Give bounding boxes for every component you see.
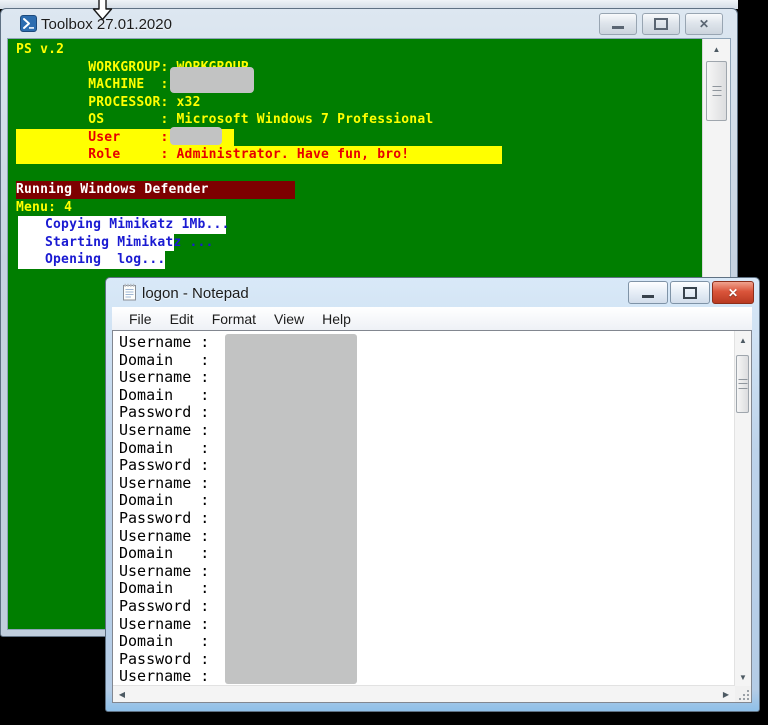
menu-item[interactable]: Edit: [161, 309, 203, 329]
console-row: WORKGROUP: WORKGROUP: [8, 59, 703, 77]
notepad-line: Username :: [119, 563, 735, 581]
notepad-line: Domain :: [119, 633, 735, 651]
toolbox-minimize-button[interactable]: [599, 13, 637, 35]
notepad-window-title: logon - Notepad: [142, 285, 249, 302]
menu-item[interactable]: View: [265, 309, 313, 329]
notepad-scrollbar-corner: [735, 686, 751, 702]
menu-item[interactable]: File: [120, 309, 161, 329]
minimize-icon: [642, 295, 654, 298]
notepad-titlebar[interactable]: logon - Notepad ✕: [106, 278, 759, 307]
notepad-vertical-scrollbar[interactable]: ▲ ▼: [734, 331, 751, 686]
console-row: PROCESSOR: x32: [8, 94, 703, 112]
maximize-icon: [654, 18, 668, 30]
notepad-minimize-button[interactable]: [628, 281, 668, 304]
console-rows: PS v.2 WORKGROUP: WORKGROUP MACHINE : PR…: [8, 41, 703, 269]
notepad-line: Username :: [119, 528, 735, 546]
notepad-window: logon - Notepad ✕ FileEditFormatViewHelp…: [105, 277, 760, 712]
notepad-line: Domain :: [119, 387, 735, 405]
close-icon: ✕: [699, 17, 709, 31]
toolbox-close-button[interactable]: ✕: [685, 13, 723, 35]
notepad-icon[interactable]: [122, 283, 138, 306]
down-arrow-cursor: [92, 0, 114, 26]
scroll-right-arrow-icon[interactable]: ▶: [718, 686, 734, 702]
scroll-up-arrow-icon[interactable]: ▲: [703, 41, 730, 57]
notepad-client-area: Username :Domain :Username :Domain :Pass…: [112, 330, 752, 703]
scroll-down-arrow-icon[interactable]: ▼: [735, 669, 751, 685]
notepad-line: Username :: [119, 422, 735, 440]
notepad-line: Username :: [119, 668, 735, 686]
notepad-line: Domain :: [119, 580, 735, 598]
close-icon: ✕: [728, 286, 738, 300]
menu-item[interactable]: Format: [203, 309, 265, 329]
notepad-close-button[interactable]: ✕: [712, 281, 754, 304]
toolbox-maximize-button[interactable]: [642, 13, 680, 35]
menu-item[interactable]: Help: [313, 309, 360, 329]
notepad-line: Domain :: [119, 492, 735, 510]
notepad-line: Password :: [119, 598, 735, 616]
notepad-line: Username :: [119, 475, 735, 493]
redaction-box-user: [170, 127, 222, 145]
thumb-grip-icon: [712, 86, 721, 96]
redaction-box-credentials: [225, 334, 357, 684]
console-row: Starting Mimikatz ...: [8, 234, 703, 252]
notepad-line: Domain :: [119, 440, 735, 458]
notepad-menubar: FileEditFormatViewHelp: [112, 307, 752, 330]
notepad-line: Password :: [119, 404, 735, 422]
notepad-lines: Username :Domain :Username :Domain :Pass…: [119, 334, 735, 686]
notepad-line: Domain :: [119, 352, 735, 370]
notepad-line: Username :: [119, 334, 735, 352]
notepad-maximize-button[interactable]: [670, 281, 710, 304]
notepad-line: Domain :: [119, 545, 735, 563]
console-row: Opening log...: [8, 251, 703, 269]
console-row: Running Windows Defender: [8, 181, 703, 199]
notepad-text-area[interactable]: Username :Domain :Username :Domain :Pass…: [113, 331, 735, 686]
notepad-line: Username :: [119, 616, 735, 634]
notepad-vscrollbar-thumb[interactable]: [736, 355, 749, 413]
notepad-line: Password :: [119, 457, 735, 475]
console-row: User :: [8, 129, 703, 147]
console-row: OS : Microsoft Windows 7 Professional: [8, 111, 703, 129]
minimize-icon: [612, 26, 624, 29]
notepad-line: Password :: [119, 651, 735, 669]
thumb-grip-icon: [738, 379, 747, 389]
notepad-line: Username :: [119, 369, 735, 387]
console-row: [8, 164, 703, 182]
console-row: Copying Mimikatz 1Mb...: [8, 216, 703, 234]
redaction-box-machine: [170, 67, 254, 93]
resize-grip-icon[interactable]: [739, 690, 749, 700]
powershell-icon[interactable]: [20, 15, 37, 37]
scroll-up-arrow-icon[interactable]: ▲: [735, 332, 751, 348]
console-row: Menu: 4: [8, 199, 703, 217]
scroll-left-arrow-icon[interactable]: ◀: [114, 686, 130, 702]
console-scrollbar-thumb[interactable]: [706, 61, 727, 121]
notepad-horizontal-scrollbar[interactable]: ◀ ▶: [113, 685, 735, 702]
console-row: MACHINE :: [8, 76, 703, 94]
console-row: Role : Administrator. Have fun, bro!: [8, 146, 703, 164]
maximize-icon: [683, 287, 697, 299]
notepad-line: Password :: [119, 510, 735, 528]
console-row: PS v.2: [8, 41, 703, 59]
